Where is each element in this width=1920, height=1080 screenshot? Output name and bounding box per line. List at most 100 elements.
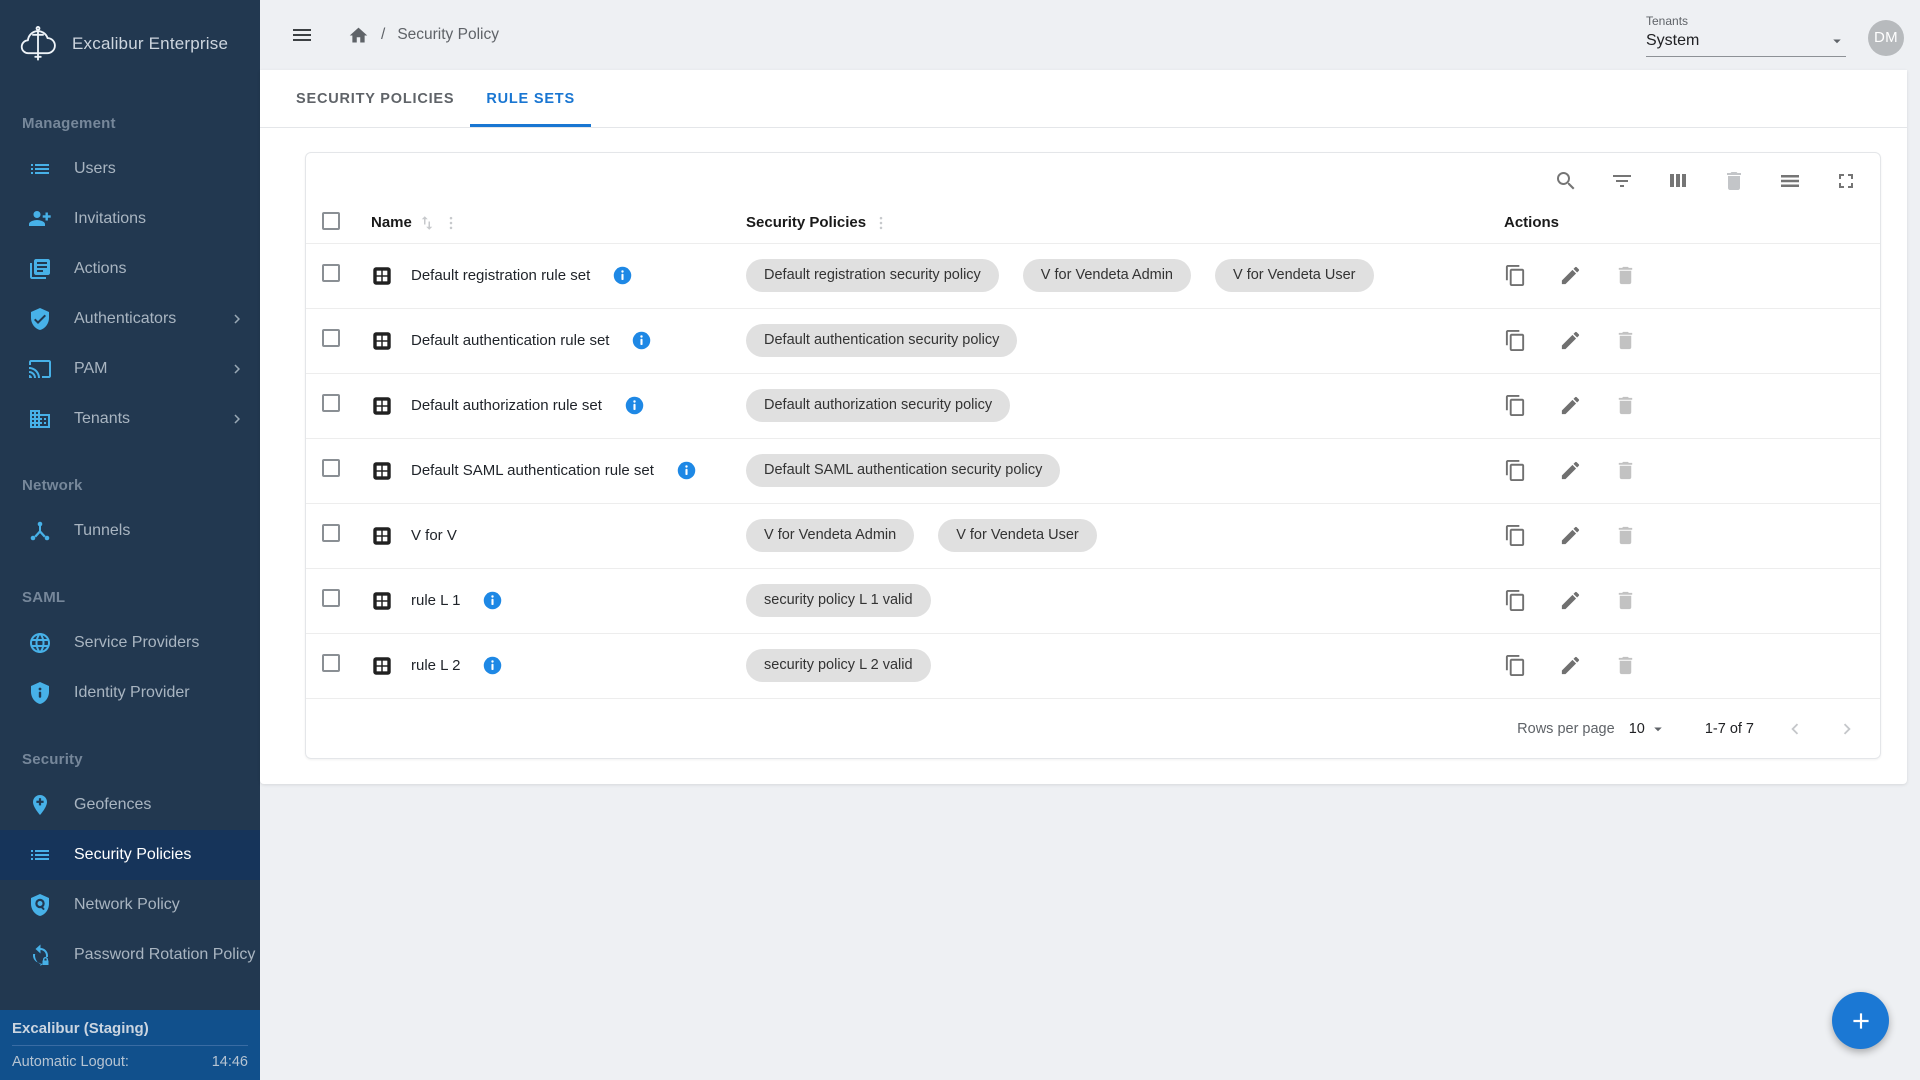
delete-icon[interactable]	[1614, 394, 1637, 417]
table-row: Default registration rule set Default re…	[306, 243, 1880, 308]
table-row: Default authorization rule set Default a…	[306, 373, 1880, 438]
row-checkbox[interactable]	[322, 264, 340, 282]
delete-icon[interactable]	[1722, 169, 1746, 193]
edit-icon[interactable]	[1559, 264, 1582, 287]
policy-chip: V for Vendeta Admin	[1023, 259, 1191, 292]
building-icon	[28, 407, 52, 431]
pagination-range: 1-7 of 7	[1705, 721, 1754, 737]
select-all-checkbox[interactable]	[322, 212, 340, 230]
auto-logout-timer: 14:46	[212, 1054, 248, 1070]
row-checkbox[interactable]	[322, 589, 340, 607]
info-icon[interactable]	[482, 655, 503, 676]
delete-icon[interactable]	[1614, 589, 1637, 612]
info-icon[interactable]	[612, 265, 633, 286]
sidebar-item-network-policy[interactable]: Network Policy	[0, 880, 260, 930]
delete-icon[interactable]	[1614, 524, 1637, 547]
copy-icon[interactable]	[1504, 329, 1527, 352]
row-checkbox[interactable]	[322, 329, 340, 347]
policy-chips: Default registration security policyV fo…	[746, 259, 1496, 292]
app-title: Excalibur Enterprise	[72, 34, 228, 54]
avatar[interactable]: DM	[1868, 20, 1904, 56]
topbar: / Security Policy Tenants System DM	[260, 0, 1920, 70]
copy-icon[interactable]	[1504, 459, 1527, 482]
sidebar-item-security-policies[interactable]: Security Policies	[0, 830, 260, 880]
edit-icon[interactable]	[1559, 394, 1582, 417]
sidebar-item-identity-provider[interactable]: Identity Provider	[0, 668, 260, 718]
column-menu-icon[interactable]	[872, 214, 890, 232]
copy-icon[interactable]	[1504, 394, 1527, 417]
copy-icon[interactable]	[1504, 589, 1527, 612]
copy-icon[interactable]	[1504, 524, 1527, 547]
sidebar-item-tunnels[interactable]: Tunnels	[0, 506, 260, 556]
info-icon[interactable]	[482, 590, 503, 611]
list-icon	[28, 843, 52, 867]
row-checkbox[interactable]	[322, 394, 340, 412]
app-logo: Excalibur Enterprise	[0, 0, 260, 76]
fullscreen-icon[interactable]	[1834, 169, 1858, 193]
next-page-icon[interactable]	[1836, 718, 1858, 740]
row-checkbox[interactable]	[322, 654, 340, 672]
tab-security-policies[interactable]: SECURITY POLICIES	[280, 70, 470, 127]
view-columns-icon[interactable]	[1666, 169, 1690, 193]
shield-check-icon	[28, 307, 52, 331]
edit-icon[interactable]	[1559, 329, 1582, 352]
previous-page-icon[interactable]	[1784, 718, 1806, 740]
shield-ring-icon	[28, 893, 52, 917]
sidebar: Excalibur Enterprise Management Users In…	[0, 0, 260, 1080]
sidebar-item-label: Invitations	[74, 210, 246, 228]
policy-chip: security policy L 2 valid	[746, 649, 931, 682]
table-row: Default SAML authentication rule set Def…	[306, 438, 1880, 503]
copy-icon[interactable]	[1504, 264, 1527, 287]
edit-icon[interactable]	[1559, 654, 1582, 677]
delete-icon[interactable]	[1614, 654, 1637, 677]
info-icon[interactable]	[624, 395, 645, 416]
rows-per-page-select[interactable]: 10	[1629, 720, 1667, 738]
sidebar-item-users[interactable]: Users	[0, 144, 260, 194]
policy-chip: V for Vendeta User	[938, 519, 1097, 552]
sidebar-item-geofences[interactable]: Geofences	[0, 780, 260, 830]
table-row: rule L 2 security policy L 2 valid	[306, 633, 1880, 698]
table-row: V for V V for Vendeta AdminV for Vendeta…	[306, 503, 1880, 568]
info-icon[interactable]	[676, 460, 697, 481]
sidebar-item-tenants[interactable]: Tenants	[0, 394, 260, 444]
sidebar-item-authenticators[interactable]: Authenticators	[0, 294, 260, 344]
rule-set-name: Default SAML authentication rule set	[411, 462, 654, 479]
pagination-bar: Rows per page 10 1-7 of 7	[306, 698, 1880, 758]
rule-set-name: rule L 1	[411, 592, 460, 609]
tenants-select[interactable]: Tenants System	[1646, 14, 1846, 57]
row-checkbox[interactable]	[322, 524, 340, 542]
sort-icon[interactable]	[418, 214, 436, 232]
chevron-right-icon	[228, 410, 246, 428]
add-rule-set-fab[interactable]	[1832, 992, 1889, 1049]
delete-icon[interactable]	[1614, 264, 1637, 287]
edit-icon[interactable]	[1559, 459, 1582, 482]
tenants-select-label: Tenants	[1646, 14, 1846, 32]
home-icon[interactable]	[348, 25, 369, 46]
delete-icon[interactable]	[1614, 459, 1637, 482]
density-icon[interactable]	[1778, 169, 1802, 193]
row-checkbox[interactable]	[322, 459, 340, 477]
sidebar-item-label: Tenants	[74, 410, 206, 428]
sidebar-item-password-rotation-policy[interactable]: Password Rotation Policy	[0, 930, 260, 980]
node-network-icon	[28, 519, 52, 543]
rule-set-grid-icon	[371, 265, 393, 287]
hamburger-menu-icon[interactable]	[290, 23, 314, 47]
sidebar-nav: Management Users Invitations Actions Aut…	[0, 76, 260, 1080]
edit-icon[interactable]	[1559, 524, 1582, 547]
filter-icon[interactable]	[1610, 169, 1634, 193]
edit-icon[interactable]	[1559, 589, 1582, 612]
copy-icon[interactable]	[1504, 654, 1527, 677]
column-menu-icon[interactable]	[442, 214, 460, 232]
sidebar-item-service-providers[interactable]: Service Providers	[0, 618, 260, 668]
chevron-right-icon	[228, 360, 246, 378]
delete-icon[interactable]	[1614, 329, 1637, 352]
sidebar-item-pam[interactable]: PAM	[0, 344, 260, 394]
policy-chips: V for Vendeta AdminV for Vendeta User	[746, 519, 1496, 552]
tab-rule-sets[interactable]: RULE SETS	[470, 70, 591, 127]
info-icon[interactable]	[631, 330, 652, 351]
search-icon[interactable]	[1554, 169, 1578, 193]
sidebar-item-invitations[interactable]: Invitations	[0, 194, 260, 244]
rule-set-name: Default authentication rule set	[411, 332, 609, 349]
policy-chips: Default authentication security policy	[746, 324, 1496, 357]
sidebar-item-actions[interactable]: Actions	[0, 244, 260, 294]
